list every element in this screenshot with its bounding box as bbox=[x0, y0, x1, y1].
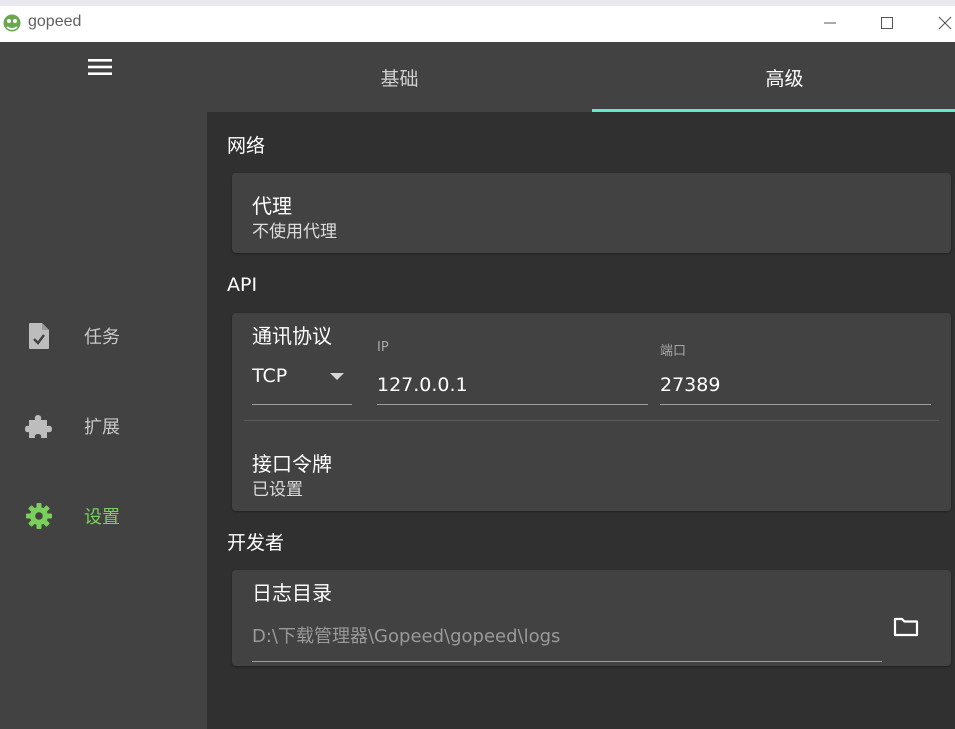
log-dir-value: D:\下载管理器\Gopeed\gopeed\logs bbox=[252, 626, 561, 647]
sidebar-item-tasks[interactable]: 任务 bbox=[0, 308, 207, 362]
token-value: 已设置 bbox=[252, 480, 303, 500]
minimize-button[interactable] bbox=[807, 8, 853, 38]
proxy-title: 代理 bbox=[252, 194, 292, 218]
port-input-underline bbox=[660, 404, 931, 405]
sidebar: 任务 扩展 设置 bbox=[0, 42, 207, 729]
protocol-select-value: TCP bbox=[252, 365, 288, 387]
sidebar-item-label: 任务 bbox=[84, 327, 120, 348]
api-card: 通讯协议 TCP IP 127.0.0.1 端口 27389 接口令牌 已设置 bbox=[232, 313, 951, 511]
background-window-strip bbox=[0, 0, 955, 6]
proxy-value: 不使用代理 bbox=[252, 222, 337, 242]
sidebar-item-settings[interactable]: 设置 bbox=[0, 488, 207, 542]
ip-input-underline bbox=[377, 404, 648, 405]
maximize-button[interactable] bbox=[864, 8, 910, 38]
tab-advanced[interactable]: 高级 bbox=[592, 42, 955, 112]
settings-tabs: 基础 高级 bbox=[207, 42, 955, 112]
sidebar-item-extensions[interactable]: 扩展 bbox=[0, 398, 207, 452]
puzzle-icon bbox=[24, 411, 54, 441]
log-dir-card: 日志目录 D:\下载管理器\Gopeed\gopeed\logs bbox=[232, 570, 951, 666]
close-button[interactable] bbox=[922, 8, 955, 38]
section-title-api: API bbox=[227, 274, 258, 296]
port-input-value: 27389 bbox=[660, 374, 721, 396]
title-bar: gopeed bbox=[0, 0, 955, 42]
gopeed-logo-icon bbox=[3, 14, 21, 32]
dropdown-arrow-icon bbox=[330, 373, 344, 380]
protocol-select[interactable]: TCP bbox=[252, 361, 352, 405]
proxy-card[interactable]: 代理 不使用代理 bbox=[232, 173, 951, 253]
browse-folder-button[interactable] bbox=[888, 610, 924, 644]
log-dir-title: 日志目录 bbox=[252, 581, 332, 605]
close-icon bbox=[938, 16, 952, 30]
sidebar-item-label: 设置 bbox=[84, 507, 120, 528]
active-tab-indicator bbox=[592, 109, 955, 112]
log-dir-input[interactable]: D:\下载管理器\Gopeed\gopeed\logs bbox=[252, 618, 882, 662]
ip-input-value: 127.0.0.1 bbox=[377, 374, 468, 396]
section-title-network: 网络 bbox=[227, 135, 266, 157]
protocol-select-underline bbox=[252, 404, 352, 405]
tab-basic[interactable]: 基础 bbox=[207, 42, 592, 112]
port-input[interactable]: 27389 bbox=[660, 369, 931, 405]
token-item[interactable]: 接口令牌 已设置 bbox=[232, 421, 951, 511]
section-title-developer: 开发者 bbox=[227, 532, 285, 554]
minimize-icon bbox=[824, 22, 836, 24]
task-file-icon bbox=[24, 321, 54, 351]
log-dir-underline bbox=[252, 661, 882, 662]
ip-label: IP bbox=[377, 340, 389, 355]
token-title: 接口令牌 bbox=[252, 452, 332, 476]
menu-button[interactable] bbox=[85, 54, 115, 80]
gear-icon bbox=[24, 501, 54, 531]
folder-icon bbox=[893, 617, 919, 637]
maximize-icon bbox=[881, 17, 893, 29]
menu-icon bbox=[88, 59, 112, 75]
protocol-title: 通讯协议 bbox=[252, 324, 332, 348]
port-label: 端口 bbox=[660, 344, 687, 359]
sidebar-item-label: 扩展 bbox=[84, 417, 120, 438]
app-title: gopeed bbox=[28, 13, 82, 30]
ip-input[interactable]: 127.0.0.1 bbox=[377, 369, 648, 405]
